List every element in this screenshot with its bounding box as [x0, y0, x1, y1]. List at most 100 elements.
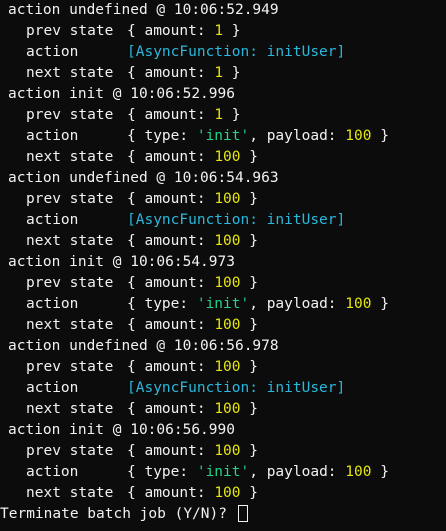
log-action-line: action [AsyncFunction: initUser]: [0, 210, 446, 231]
action-type-value: 'init': [196, 464, 250, 480]
terminal-window[interactable]: action undefined @ 10:06:52.949 prev sta…: [0, 0, 446, 531]
state-close: }: [240, 443, 258, 459]
action-obj-part: , payload:: [249, 464, 346, 480]
async-function-value: [AsyncFunction: initUser]: [127, 212, 346, 228]
state-open: { amount:: [127, 359, 215, 375]
log-label: prev state: [26, 275, 114, 291]
action-type-value: 'init': [196, 128, 250, 144]
log-action-line: action [AsyncFunction: initUser]: [0, 378, 446, 399]
log-next-state-line: next state { amount: 100 }: [0, 147, 446, 168]
state-amount-value: 100: [214, 191, 241, 207]
action-payload-value: 100: [345, 464, 372, 480]
state-close: }: [240, 485, 258, 501]
log-label: action: [26, 380, 79, 396]
state-amount-value: 100: [214, 149, 241, 165]
text-cursor[interactable]: [237, 505, 248, 522]
state-open: { amount:: [127, 233, 215, 249]
action-obj-part: }: [371, 464, 389, 480]
log-label: action: [26, 464, 79, 480]
state-amount-value: 100: [214, 401, 241, 417]
state-close: }: [223, 107, 241, 123]
state-close: }: [223, 65, 241, 81]
log-label: prev state: [26, 359, 114, 375]
log-label: prev state: [26, 191, 114, 207]
action-obj-part: }: [371, 128, 389, 144]
log-next-state-line: next state { amount: 100 }: [0, 483, 446, 504]
action-obj-part: { type:: [127, 128, 197, 144]
state-close: }: [223, 23, 241, 39]
state-amount-value: 1: [214, 107, 224, 123]
state-close: }: [240, 275, 258, 291]
state-close: }: [240, 191, 258, 207]
log-next-state-line: next state { amount: 100 }: [0, 399, 446, 420]
log-prev-state-line: prev state { amount: 100 }: [0, 273, 446, 294]
state-open: { amount:: [127, 443, 215, 459]
log-label: action: [26, 296, 79, 312]
log-prev-state-line: prev state { amount: 100 }: [0, 189, 446, 210]
log-label: next state: [26, 65, 114, 81]
log-prev-state-line: prev state { amount: 100 }: [0, 357, 446, 378]
log-action-header: action undefined @ 10:06:54.963: [8, 170, 279, 186]
action-type-value: 'init': [196, 296, 250, 312]
prompt-text: Terminate batch job (Y/N)?: [0, 506, 236, 522]
log-next-state-line: next state { amount: 100 }: [0, 315, 446, 336]
action-payload-value: 100: [345, 296, 372, 312]
action-obj-part: }: [371, 296, 389, 312]
log-action-line: action [AsyncFunction: initUser]: [0, 42, 446, 63]
log-next-state-line: next state { amount: 1 }: [0, 63, 446, 84]
action-payload-value: 100: [345, 128, 372, 144]
log-label: next state: [26, 401, 114, 417]
log-action-header: action undefined @ 10:06:52.949: [8, 2, 279, 18]
action-obj-part: , payload:: [249, 128, 346, 144]
log-label: next state: [26, 485, 114, 501]
state-amount-value: 100: [214, 317, 241, 333]
state-open: { amount:: [127, 23, 215, 39]
log-label: prev state: [26, 443, 114, 459]
log-action-line: action { type: 'init', payload: 100 }: [0, 126, 446, 147]
log-label: action: [26, 44, 79, 60]
state-amount-value: 100: [214, 275, 241, 291]
state-open: { amount:: [127, 317, 215, 333]
state-amount-value: 100: [214, 443, 241, 459]
state-close: }: [240, 149, 258, 165]
log-next-state-line: next state { amount: 100 }: [0, 231, 446, 252]
log-action-line: action { type: 'init', payload: 100 }: [0, 462, 446, 483]
state-open: { amount:: [127, 485, 215, 501]
async-function-value: [AsyncFunction: initUser]: [127, 380, 346, 396]
state-close: }: [240, 359, 258, 375]
state-amount-value: 100: [214, 233, 241, 249]
state-amount-value: 100: [214, 359, 241, 375]
log-label: action: [26, 212, 79, 228]
log-action-header: action init @ 10:06:52.996: [8, 86, 235, 102]
log-prev-state-line: prev state { amount: 100 }: [0, 441, 446, 462]
action-obj-part: { type:: [127, 464, 197, 480]
state-amount-value: 1: [214, 65, 224, 81]
log-prev-state-line: prev state { amount: 1 }: [0, 105, 446, 126]
state-open: { amount:: [127, 107, 215, 123]
state-amount-value: 1: [214, 23, 224, 39]
state-open: { amount:: [127, 149, 215, 165]
log-label: next state: [26, 149, 114, 165]
log-action-header: action undefined @ 10:06:56.978: [8, 338, 279, 354]
log-label: action: [26, 128, 79, 144]
log-label: prev state: [26, 107, 114, 123]
log-label: prev state: [26, 23, 114, 39]
state-close: }: [240, 233, 258, 249]
log-label: next state: [26, 233, 114, 249]
log-action-header: action init @ 10:06:56.990: [8, 422, 235, 438]
state-amount-value: 100: [214, 485, 241, 501]
state-open: { amount:: [127, 191, 215, 207]
state-open: { amount:: [127, 275, 215, 291]
state-open: { amount:: [127, 401, 215, 417]
state-open: { amount:: [127, 65, 215, 81]
async-function-value: [AsyncFunction: initUser]: [127, 44, 346, 60]
action-obj-part: , payload:: [249, 296, 346, 312]
log-label: next state: [26, 317, 114, 333]
log-action-header: action init @ 10:06:54.973: [8, 254, 235, 270]
log-prev-state-line: prev state { amount: 1 }: [0, 21, 446, 42]
batch-terminate-prompt: Terminate batch job (Y/N)?: [0, 504, 446, 525]
log-action-line: action { type: 'init', payload: 100 }: [0, 294, 446, 315]
state-close: }: [240, 317, 258, 333]
state-close: }: [240, 401, 258, 417]
action-obj-part: { type:: [127, 296, 197, 312]
